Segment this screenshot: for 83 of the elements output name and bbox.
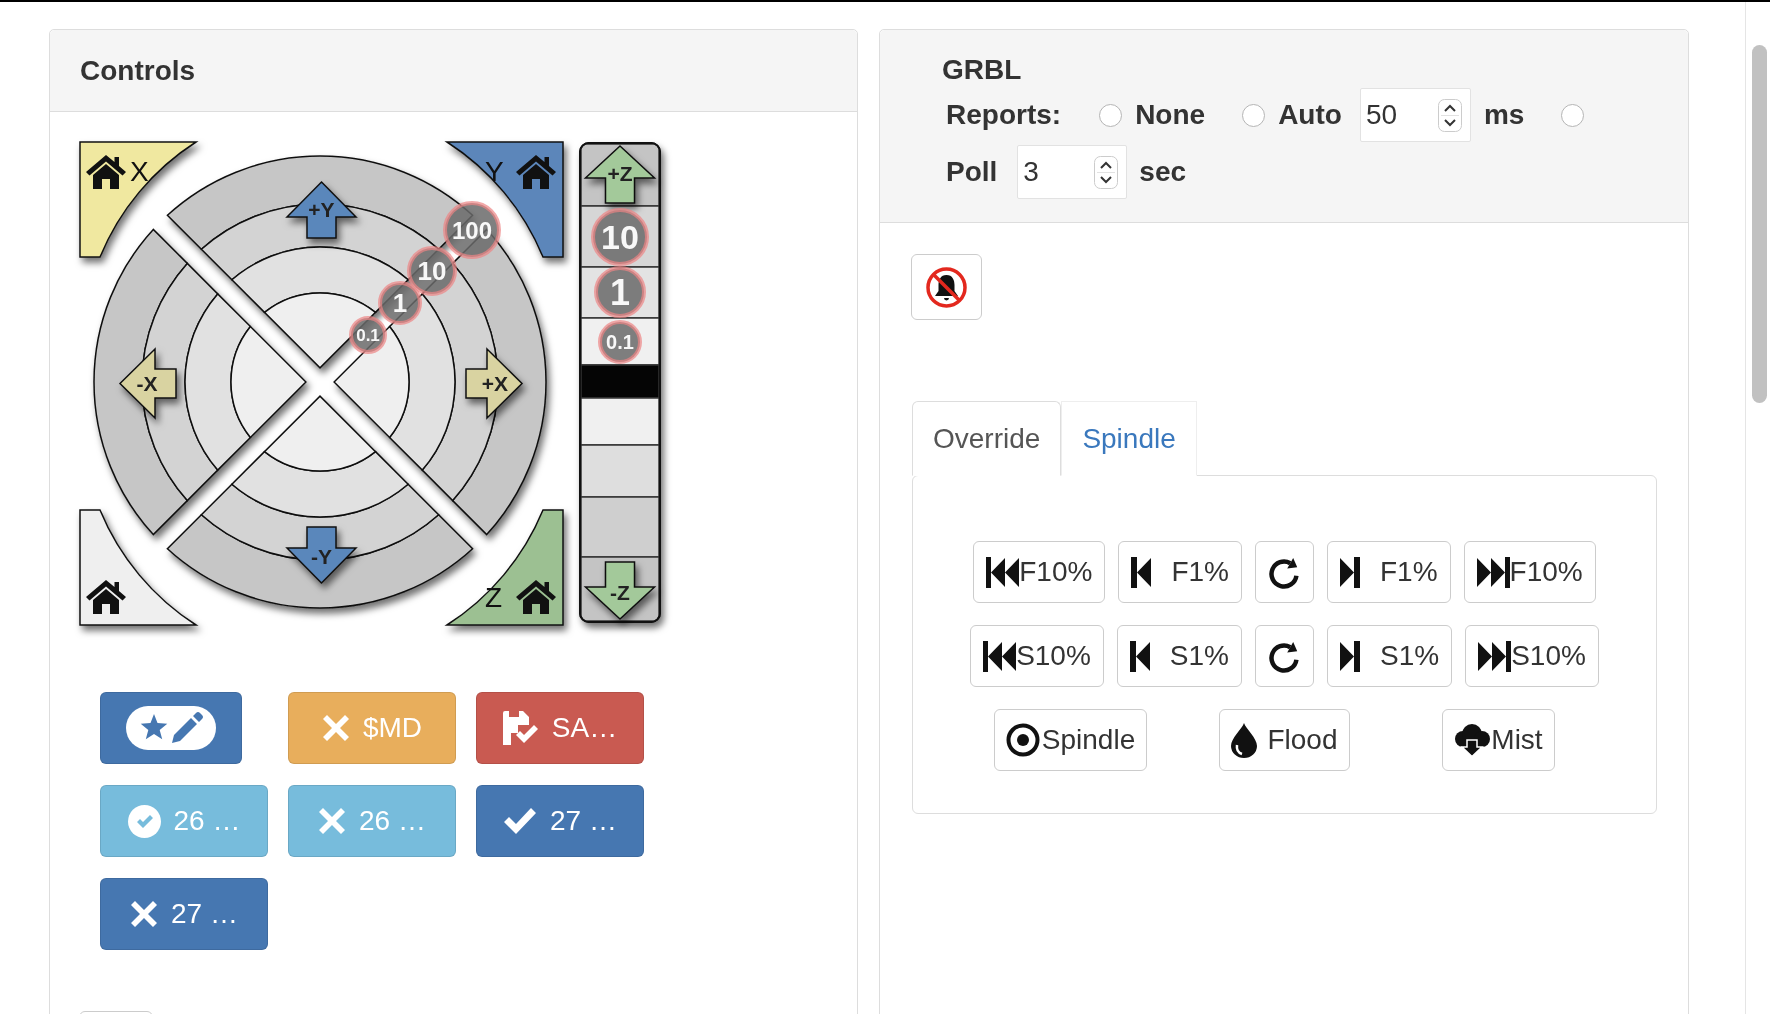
check-circle-icon xyxy=(127,804,161,838)
override-button[interactable]: S1% xyxy=(1116,625,1242,687)
home-button[interactable]: X xyxy=(79,141,197,258)
panel-title: GRBL xyxy=(942,53,1022,87)
jog-ring-segment[interactable] xyxy=(231,450,409,518)
jog-ring-segment[interactable] xyxy=(166,513,474,609)
spinner-icon[interactable] xyxy=(1094,155,1119,189)
jog-ring-segment[interactable] xyxy=(333,325,410,439)
field-label: Reports: xyxy=(946,98,1062,132)
action-button[interactable]: 27 … xyxy=(100,878,268,950)
direction-arrow: -Y xyxy=(285,526,358,585)
radio-button[interactable] xyxy=(1099,103,1123,127)
direction-arrow: +Z xyxy=(583,144,657,204)
step-size-badge: 0.1 xyxy=(349,316,387,354)
action-button[interactable]: SA… xyxy=(476,692,644,764)
direction-arrow: -X xyxy=(118,347,177,420)
override-button[interactable]: S10% xyxy=(970,625,1104,687)
floppy-check-icon xyxy=(502,711,539,745)
number-field[interactable]: 50 xyxy=(1359,88,1471,142)
fast-backward-icon xyxy=(986,556,1020,588)
target-icon xyxy=(1005,723,1040,757)
fast-forward-icon xyxy=(1476,556,1510,588)
fast-backward-icon xyxy=(983,640,1017,672)
radio-button[interactable] xyxy=(1242,103,1266,127)
cross-icon xyxy=(318,807,347,835)
override-button[interactable]: F1% xyxy=(1327,541,1451,603)
override-button[interactable]: S1% xyxy=(1327,625,1453,687)
fast-forward-icon xyxy=(1478,640,1512,672)
unit-label: sec xyxy=(1139,155,1187,189)
scrollbar-thumb[interactable] xyxy=(1752,45,1767,403)
step-backward-icon xyxy=(1131,556,1152,588)
toggle-button[interactable]: Spindle xyxy=(993,709,1148,771)
house-icon xyxy=(86,580,126,614)
house-icon xyxy=(86,155,126,189)
z-step-segment[interactable] xyxy=(581,397,659,446)
house-icon xyxy=(516,155,556,189)
home-button[interactable] xyxy=(79,509,197,626)
z-step-segment[interactable] xyxy=(581,496,659,558)
step-size-badge: 1 xyxy=(378,281,422,325)
step-size-badge: 10 xyxy=(591,208,649,266)
number-field[interactable]: 3 xyxy=(1017,145,1128,199)
override-button[interactable]: F10% xyxy=(973,541,1106,603)
jog-ring-segment[interactable] xyxy=(93,228,189,536)
toggle-button[interactable]: Mist xyxy=(1442,709,1555,771)
step-size-badge: 100 xyxy=(443,201,501,259)
override-button[interactable]: F1% xyxy=(1118,541,1242,603)
step-backward-icon xyxy=(1129,640,1150,672)
direction-arrow: +X xyxy=(465,347,524,420)
house-icon xyxy=(516,580,556,614)
cross-icon xyxy=(321,714,350,742)
radio-label[interactable]: Auto xyxy=(1278,94,1342,136)
jog-ring-segment[interactable] xyxy=(231,246,409,314)
panel-title: Controls xyxy=(80,53,196,88)
radio-label[interactable]: None xyxy=(1135,94,1206,136)
action-button[interactable] xyxy=(100,692,242,764)
step-forward-icon xyxy=(1340,556,1360,588)
tab[interactable]: Spindle xyxy=(1061,401,1197,476)
radio-label[interactable]: Poll xyxy=(946,151,998,193)
jog-ring-segment[interactable] xyxy=(388,293,456,471)
cloud-arrow-icon xyxy=(1454,723,1491,757)
cross-icon xyxy=(130,900,159,928)
toggle-button[interactable]: Flood xyxy=(1219,709,1350,771)
tab[interactable]: Override xyxy=(912,401,1062,476)
bell-button[interactable] xyxy=(911,254,982,320)
z-step-segment[interactable] xyxy=(581,444,659,498)
jog-ring-segment[interactable] xyxy=(263,395,377,472)
step-forward-icon xyxy=(1340,640,1360,672)
unit-label: ms xyxy=(1483,98,1525,132)
override-button[interactable] xyxy=(1255,541,1314,603)
action-button[interactable]: 27 … xyxy=(476,785,644,857)
star-pencil-icon xyxy=(126,706,216,750)
direction-arrow: +Y xyxy=(285,180,358,239)
radio-button[interactable] xyxy=(1561,103,1585,127)
check-icon xyxy=(503,807,538,835)
droplet-icon xyxy=(1231,722,1258,758)
direction-arrow: -Z xyxy=(583,561,657,621)
override-button[interactable]: S10% xyxy=(1465,625,1599,687)
spinner-icon[interactable] xyxy=(1437,98,1462,132)
jog-ring-segment[interactable] xyxy=(230,325,307,439)
home-button[interactable]: Z xyxy=(446,509,564,626)
override-button[interactable]: F10% xyxy=(1463,541,1596,603)
jog-ring-segment[interactable] xyxy=(184,293,252,471)
override-button[interactable] xyxy=(1255,625,1314,687)
